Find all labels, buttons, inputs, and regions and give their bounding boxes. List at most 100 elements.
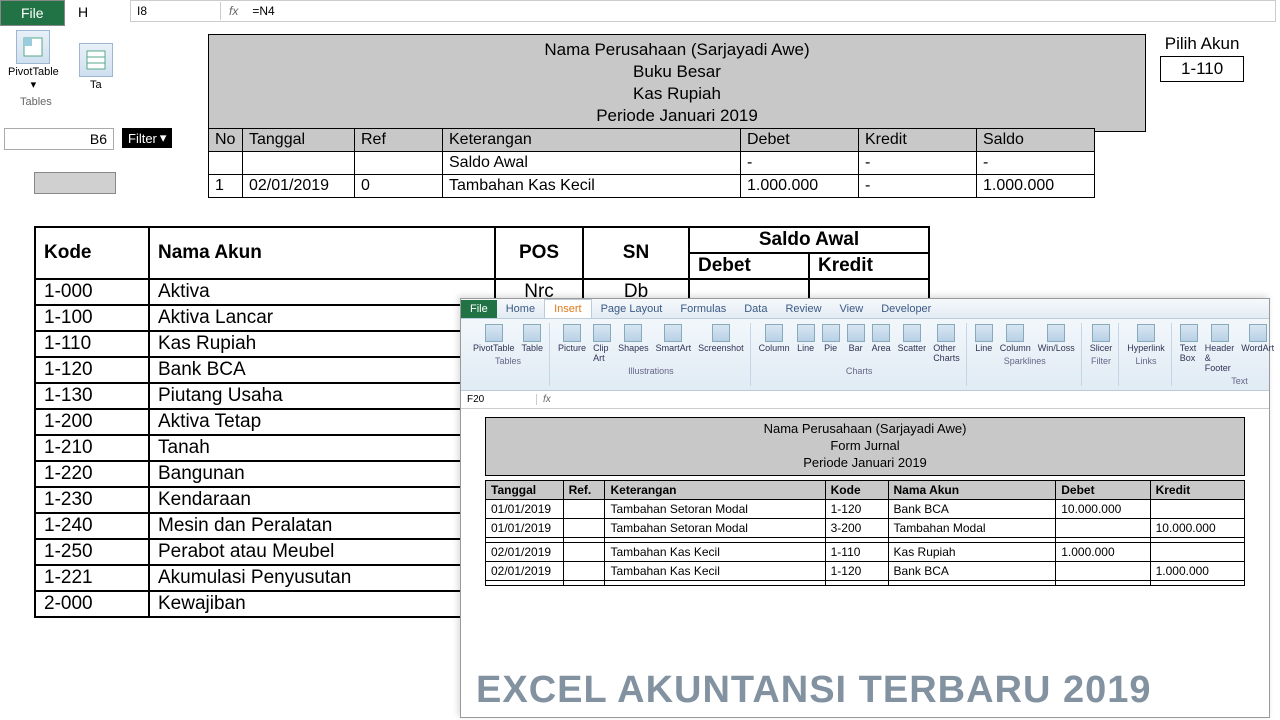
cell-ref[interactable] <box>563 499 605 518</box>
cell-tanggal[interactable] <box>243 152 355 175</box>
cell-ref[interactable] <box>563 518 605 537</box>
tab-page-layout[interactable]: Page Layout <box>592 300 672 318</box>
tab-insert[interactable]: Insert <box>544 299 592 318</box>
cell-kode[interactable] <box>825 580 888 585</box>
col-kode[interactable]: Kode <box>35 227 149 279</box>
table-button[interactable]: Table <box>520 323 546 354</box>
slicer-button[interactable]: Slicer <box>1088 323 1115 354</box>
cell-kode[interactable]: 1-110 <box>35 331 149 357</box>
cell-nama[interactable] <box>888 580 1056 585</box>
col-kode[interactable]: Kode <box>825 480 888 499</box>
account-selector-value[interactable]: 1-110 <box>1160 56 1244 82</box>
col-keterangan[interactable]: Keterangan <box>605 480 825 499</box>
pie-button[interactable]: Pie <box>820 323 842 364</box>
cell-keterangan[interactable] <box>605 580 825 585</box>
table-row[interactable] <box>486 580 1245 585</box>
table-button[interactable]: Ta <box>75 39 117 95</box>
col-tanggal[interactable]: Tanggal <box>243 129 355 152</box>
cell-keterangan[interactable]: Tambahan Setoran Modal <box>605 499 825 518</box>
cell-nama[interactable]: Akumulasi Penyusutan <box>149 565 495 591</box>
cell-nama[interactable]: Bank BCA <box>888 499 1056 518</box>
col-debet[interactable]: Debet <box>689 253 809 279</box>
cell-kode[interactable]: 1-240 <box>35 513 149 539</box>
tab-data[interactable]: Data <box>735 300 776 318</box>
shapes-button[interactable]: Shapes <box>616 323 651 364</box>
table-row[interactable]: 01/01/2019Tambahan Setoran Modal1-120Ban… <box>486 499 1245 518</box>
cell-nama[interactable]: Tambahan Modal <box>888 518 1056 537</box>
cell-kode[interactable]: 1-000 <box>35 279 149 305</box>
bar-button[interactable]: Bar <box>845 323 867 364</box>
cell-kode[interactable]: 1-130 <box>35 383 149 409</box>
name-box[interactable]: B6 <box>4 128 114 150</box>
cell-kode[interactable]: 1-220 <box>35 461 149 487</box>
col-nama[interactable]: Nama Akun <box>149 227 495 279</box>
cell-ref[interactable]: 0 <box>355 175 443 198</box>
cell-tanggal[interactable]: 02/01/2019 <box>486 542 564 561</box>
cell-kode[interactable]: 1-110 <box>825 542 888 561</box>
tab-file[interactable]: File <box>461 300 497 318</box>
cell-no[interactable]: 1 <box>209 175 243 198</box>
table-row[interactable]: 02/01/2019 Tambahan Kas Kecil1-110Kas Rup… <box>486 542 1245 561</box>
fx-icon[interactable]: fx <box>537 394 557 405</box>
col-kredit[interactable]: Kredit <box>859 129 977 152</box>
cell-nama[interactable]: Piutang Usaha <box>149 383 495 409</box>
win-loss-button[interactable]: Win/Loss <box>1036 323 1077 354</box>
cell-ref[interactable] <box>563 542 605 561</box>
cell-tanggal[interactable]: 01/01/2019 <box>486 518 564 537</box>
cell-tanggal[interactable]: 02/01/2019 <box>243 175 355 198</box>
cell-debet[interactable]: 1.000.000 <box>1056 542 1150 561</box>
cell-tanggal[interactable] <box>486 580 564 585</box>
cell-ref[interactable] <box>563 580 605 585</box>
line-button[interactable]: Line <box>795 323 817 364</box>
cell-kode[interactable]: 1-100 <box>35 305 149 331</box>
col-ref[interactable]: Ref <box>355 129 443 152</box>
col-saldo[interactable]: Saldo <box>977 129 1095 152</box>
nested-name-box[interactable]: F20 <box>461 394 537 405</box>
cell-nama[interactable]: Kas Rupiah <box>888 542 1056 561</box>
cell-debet[interactable]: - <box>741 152 859 175</box>
cell-nama[interactable]: Bangunan <box>149 461 495 487</box>
cell-kode[interactable]: 1-120 <box>825 561 888 580</box>
col-nama-akun[interactable]: Nama Akun <box>888 480 1056 499</box>
cell-keterangan[interactable]: Saldo Awal <box>443 152 741 175</box>
table-row[interactable]: 02/01/2019Tambahan Kas Kecil1-120Bank BC… <box>486 561 1245 580</box>
cell-kredit[interactable]: 1.000.000 <box>1150 561 1244 580</box>
cell-kredit[interactable] <box>1150 499 1244 518</box>
cell-name-box[interactable]: I8 <box>131 2 221 20</box>
cell-kode[interactable]: 1-210 <box>35 435 149 461</box>
table-row[interactable]: Saldo Awal--- <box>209 152 1095 175</box>
col-saldo-awal[interactable]: Saldo Awal <box>689 227 929 253</box>
cell-nama[interactable]: Perabot atau Meubel <box>149 539 495 565</box>
cell-saldo[interactable]: 1.000.000 <box>977 175 1095 198</box>
cell-kredit[interactable] <box>1150 542 1244 561</box>
smartart-button[interactable]: SmartArt <box>654 323 694 364</box>
cell-nama[interactable]: Bank BCA <box>888 561 1056 580</box>
cell-debet[interactable]: 1.000.000 <box>741 175 859 198</box>
pivottable-button[interactable]: PivotTable ▾ <box>4 26 63 95</box>
column-button[interactable]: Column <box>998 323 1033 354</box>
tab-developer[interactable]: Developer <box>872 300 940 318</box>
cell-nama[interactable]: Kas Rupiah <box>149 331 495 357</box>
cell-kode[interactable]: 2-000 <box>35 591 149 617</box>
tab-home[interactable]: Home <box>497 300 544 318</box>
tab-view[interactable]: View <box>831 300 873 318</box>
cell-nama[interactable]: Kendaraan <box>149 487 495 513</box>
cell-nama[interactable]: Aktiva Lancar <box>149 305 495 331</box>
cell-nama[interactable]: Kewajiban <box>149 591 495 617</box>
col-kredit[interactable]: Kredit <box>1150 480 1244 499</box>
table-row[interactable]: 01/01/2019Tambahan Setoran Modal3-200Tam… <box>486 518 1245 537</box>
cell-tanggal[interactable]: 02/01/2019 <box>486 561 564 580</box>
table-row[interactable]: 102/01/20190Tambahan Kas Kecil1.000.000-… <box>209 175 1095 198</box>
cell-kredit[interactable]: - <box>859 152 977 175</box>
col-keterangan[interactable]: Keterangan <box>443 129 741 152</box>
cell-kode[interactable]: 1-120 <box>35 357 149 383</box>
cell-kode[interactable]: 3-200 <box>825 518 888 537</box>
cell-keterangan[interactable]: Tambahan Kas Kecil <box>605 542 825 561</box>
header---footer-button[interactable]: Header & Footer <box>1203 323 1237 374</box>
screenshot-button[interactable]: Screenshot <box>696 323 746 364</box>
cell-keterangan[interactable]: Tambahan Kas Kecil <box>443 175 741 198</box>
cell-debet[interactable] <box>1056 561 1150 580</box>
cell-no[interactable] <box>209 152 243 175</box>
hyperlink-button[interactable]: Hyperlink <box>1125 323 1167 354</box>
file-tab[interactable]: File <box>0 0 65 26</box>
